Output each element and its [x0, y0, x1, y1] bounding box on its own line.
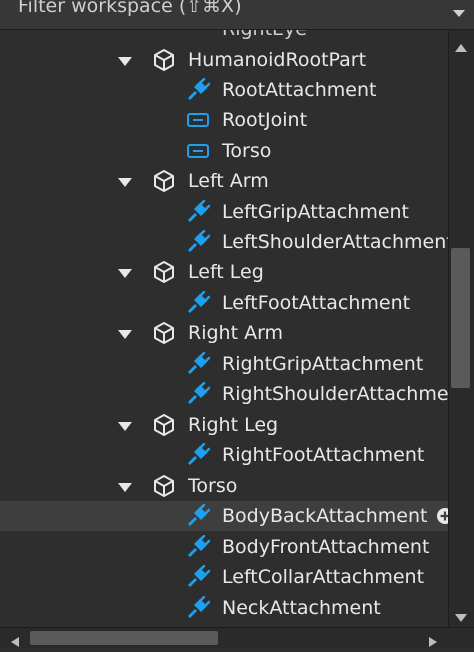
tree-item-label: NeckAttachment — [222, 597, 381, 619]
tree-item-label: Left Leg — [188, 261, 264, 283]
attachment-plug-icon — [186, 351, 211, 376]
attachment-plug-icon — [186, 503, 211, 528]
tree-item-label: Left Arm — [188, 170, 269, 192]
joint-link-icon — [186, 139, 210, 163]
tree-item-rightgripattachment[interactable]: RightGripAttachment — [0, 349, 448, 379]
tree-item-rootattachment[interactable]: RootAttachment — [0, 75, 448, 105]
tree-item-label: Right Leg — [188, 414, 279, 436]
expand-arrow-icon[interactable] — [117, 265, 133, 279]
part-cube-icon — [152, 169, 176, 193]
tree-item-neckattachment[interactable]: NeckAttachment — [0, 593, 448, 623]
tree-item-label: RightGripAttachment — [222, 353, 424, 375]
part-cube-icon — [152, 321, 176, 345]
tree-item-rootjoint[interactable]: RootJoint — [0, 105, 448, 135]
tree-item-left-arm[interactable]: Left Arm — [0, 166, 448, 196]
vertical-scrollbar[interactable] — [448, 30, 474, 627]
tree-item-label: BodyBackAttachment — [222, 505, 428, 527]
tree-item-label: LeftFootAttachment — [222, 292, 411, 314]
filter-bar[interactable]: Filter workspace (⇧⌘X) — [0, 0, 474, 30]
tree-item-leftshoulderattachment[interactable]: LeftShoulderAttachment — [0, 227, 448, 257]
tree-item-label: BodyFrontAttachment — [222, 536, 430, 558]
attachment-plug-icon — [186, 199, 211, 224]
tree-item-rightfootattachment[interactable]: RightFootAttachment — [0, 440, 448, 470]
tree-item-torso-joint[interactable]: Torso — [0, 136, 448, 166]
chevron-down-icon[interactable] — [444, 0, 474, 28]
tree-item-partial-label: RightEye — [222, 30, 307, 40]
part-cube-icon — [152, 260, 176, 284]
horizontal-scroll-thumb[interactable] — [30, 631, 218, 645]
tree-item-label: Torso — [222, 140, 272, 162]
scroll-left-arrow-icon[interactable] — [10, 633, 20, 647]
tree-item-label: RightShoulderAttachment — [222, 383, 448, 405]
tree-item-label: LeftShoulderAttachment — [222, 231, 448, 253]
expand-arrow-icon[interactable] — [117, 174, 133, 188]
scroll-right-arrow-icon[interactable] — [428, 633, 438, 647]
attachment-plug-icon — [186, 77, 211, 102]
tree-item-label: LeftCollarAttachment — [222, 566, 425, 588]
scroll-up-arrow-icon[interactable] — [454, 38, 468, 52]
expand-arrow-icon[interactable] — [117, 326, 133, 340]
explorer-tree: RightEye HumanoidRootPart RootAttachment… — [0, 30, 448, 627]
joint-link-icon — [186, 108, 210, 132]
tree-item-label: RootJoint — [222, 109, 308, 131]
expand-arrow-icon[interactable] — [117, 53, 133, 67]
part-cube-icon — [152, 474, 176, 498]
expand-arrow-icon[interactable] — [117, 418, 133, 432]
filter-workspace-input[interactable]: Filter workspace (⇧⌘X) — [18, 0, 242, 17]
tree-item-label: Right Arm — [188, 322, 284, 344]
horizontal-scrollbar[interactable] — [0, 627, 474, 648]
insert-object-plus-icon[interactable] — [436, 507, 448, 525]
tree-item-label: HumanoidRootPart — [188, 49, 367, 71]
attachment-plug-icon — [186, 534, 211, 559]
vertical-scroll-thumb[interactable] — [451, 248, 470, 388]
attachment-plug-icon — [186, 290, 211, 315]
attachment-plug-icon — [186, 595, 211, 620]
tree-item-leftfootattachment[interactable]: LeftFootAttachment — [0, 288, 448, 318]
tree-item-rightshoulderattachment[interactable]: RightShoulderAttachment — [0, 379, 448, 409]
tree-item-humanoidrootpart[interactable]: HumanoidRootPart — [0, 45, 448, 75]
tree-item-label: LeftGripAttachment — [222, 201, 410, 223]
scroll-down-arrow-icon[interactable] — [454, 608, 468, 622]
tree-item-left-leg[interactable]: Left Leg — [0, 257, 448, 287]
attachment-plug-icon — [186, 229, 211, 254]
tree-item-leftcollarattachment[interactable]: LeftCollarAttachment — [0, 562, 448, 592]
tree-item-right-arm[interactable]: Right Arm — [0, 318, 448, 348]
tree-item-right-leg[interactable]: Right Leg — [0, 410, 448, 440]
tree-item-label: RootAttachment — [222, 79, 377, 101]
tree-item-leftgripattachment[interactable]: LeftGripAttachment — [0, 197, 448, 227]
attachment-plug-icon — [186, 381, 211, 406]
attachment-plug-icon — [186, 564, 211, 589]
tree-item-label: Torso — [188, 475, 238, 497]
part-cube-icon — [152, 48, 176, 72]
tree-item-torso-part[interactable]: Torso — [0, 471, 448, 501]
part-cube-icon — [152, 413, 176, 437]
tree-item-label: RightFootAttachment — [222, 444, 425, 466]
attachment-plug-icon — [186, 442, 211, 467]
expand-arrow-icon[interactable] — [117, 479, 133, 493]
tree-item-bodyfrontattachment[interactable]: BodyFrontAttachment — [0, 532, 448, 562]
tree-item-bodybackattachment[interactable]: BodyBackAttachment — [0, 501, 448, 531]
